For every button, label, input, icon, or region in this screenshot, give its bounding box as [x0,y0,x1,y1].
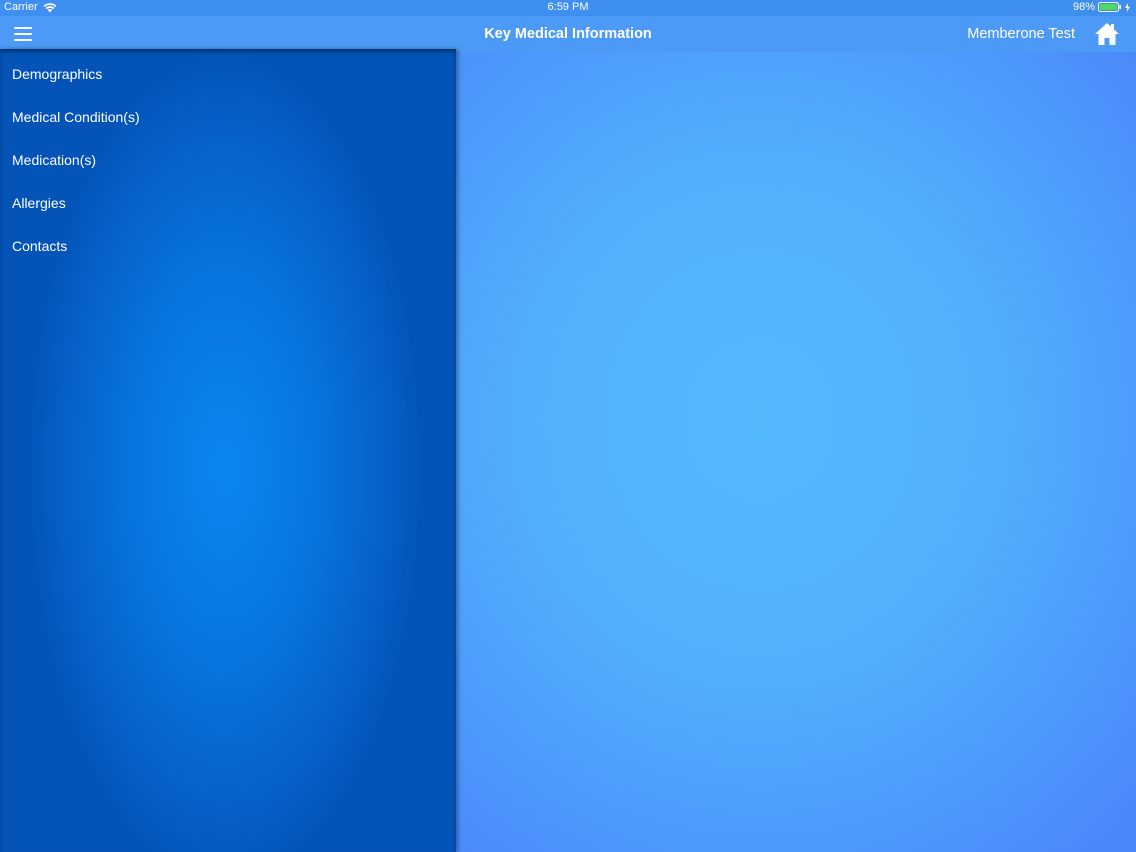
content-area [456,52,1136,852]
sidebar-item-contacts[interactable]: Contacts [0,225,456,268]
sidebar-item-label: Allergies [12,195,66,211]
sidebar-item-medications[interactable]: Medication(s) [0,139,456,182]
sidebar-item-allergies[interactable]: Allergies [0,182,456,225]
sidebar-item-medical-conditions[interactable]: Medical Condition(s) [0,96,456,139]
sidebar-menu: Demographics Medical Condition(s) Medica… [0,49,456,852]
sidebar-item-label: Medication(s) [12,152,97,168]
battery-icon [1098,2,1122,12]
home-icon[interactable] [1094,21,1120,47]
page-title: Key Medical Information [484,26,652,42]
sidebar-item-label: Demographics [12,66,103,82]
sidebar-item-demographics[interactable]: Demographics [0,53,456,96]
navigation-bar: Key Medical Information Memberone Test [0,16,1136,52]
battery-percent: 98% [1072,1,1095,13]
sidebar-item-label: Medical Condition(s) [12,109,140,125]
status-right: 98% [1073,1,1130,13]
sidebar-item-label: Contacts [12,238,68,254]
user-name: Memberone Test [967,26,1075,42]
status-time: 6:59 PM [547,1,589,13]
app-window: Carrier 6:59 PM 98% Key Medical Informat… [0,0,1136,852]
status-bar: Carrier 6:59 PM 98% [0,0,1136,16]
charging-bolt-icon [1125,2,1130,12]
